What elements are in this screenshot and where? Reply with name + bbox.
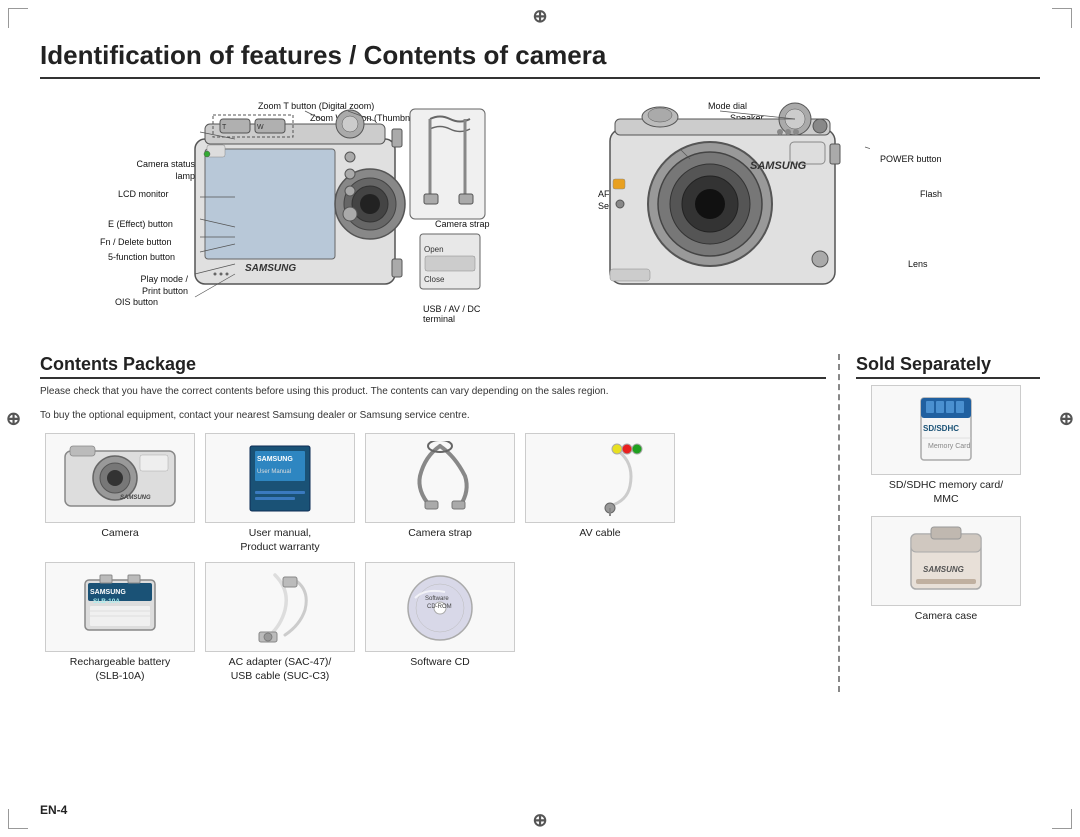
item-battery: SAMSUNG SLB-10A Rechargeable battery(SLB… (40, 562, 200, 683)
svg-text:SAMSUNG: SAMSUNG (257, 456, 293, 463)
item-strap: Camera strap (360, 433, 520, 554)
svg-text:User Manual: User Manual (257, 469, 291, 475)
svg-text:SAMSUNG: SAMSUNG (750, 160, 807, 172)
item-case-label: Camera case (856, 610, 1036, 624)
corner-mark-tr (1052, 8, 1072, 28)
svg-text:W: W (257, 124, 264, 131)
manual-icon: SAMSUNG User Manual (235, 441, 325, 516)
page-container: ⊕ ⊕ ⊕ ⊕ Identification of features / Con… (0, 0, 1080, 837)
label-lens: Lens (908, 259, 928, 269)
camera-diagram: Zoom T button (Digital zoom) Zoom W butt… (40, 89, 1040, 349)
item-strap-label: Camera strap (360, 527, 520, 541)
contents-section: Contents Package Please check that you h… (40, 354, 1040, 692)
item-manual: SAMSUNG User Manual User manual,Product … (200, 433, 360, 554)
svg-text:Close: Close (424, 275, 445, 284)
center-mark-bottom: ⊕ (532, 810, 547, 831)
item-adapter: AC adapter (SAC-47)/USB cable (SUC-C3) (200, 562, 360, 683)
center-mark-top: ⊕ (532, 6, 547, 27)
sold-separately-title: Sold Separately (856, 354, 1040, 379)
item-adapter-image (205, 562, 355, 652)
svg-text:SAMSUNG: SAMSUNG (90, 589, 126, 596)
item-avcable: AV cable (520, 433, 680, 554)
item-manual-label: User manual,Product warranty (200, 527, 360, 554)
svg-text:SD/SDHC: SD/SDHC (923, 424, 959, 433)
item-sdcard-label: SD/SDHC memory card/MMC (856, 479, 1036, 506)
svg-text:SAMSUNG: SAMSUNG (245, 263, 296, 274)
item-manual-image: SAMSUNG User Manual (205, 433, 355, 523)
sold-separately: Sold Separately SD/SDHC Memory Card (840, 354, 1040, 692)
item-battery-image: SAMSUNG SLB-10A (45, 562, 195, 652)
sdcard-icon: SD/SDHC Memory Card (906, 393, 986, 468)
item-battery-label: Rechargeable battery(SLB-10A) (40, 656, 200, 683)
item-case-image: SAMSUNG (871, 516, 1021, 606)
center-mark-left: ⊕ (6, 408, 21, 429)
item-avcable-label: AV cable (520, 527, 680, 541)
svg-text:SAMSUNG: SAMSUNG (120, 495, 151, 501)
item-avcable-image (525, 433, 675, 523)
battery-icon: SAMSUNG SLB-10A (70, 570, 170, 645)
contents-package: Contents Package Please check that you h… (40, 354, 840, 692)
item-adapter-label: AC adapter (SAC-47)/USB cable (SUC-C3) (200, 656, 360, 683)
camera-diagram-svg: T W SAMSUNG (40, 89, 870, 339)
cd-icon: Software CD-ROM (395, 570, 485, 645)
item-strap-image (365, 433, 515, 523)
svg-text:Memory Card: Memory Card (928, 443, 971, 450)
contents-items-grid: SAMSUNG Camera SAMSUNG User Manual (40, 433, 826, 692)
item-cd: Software CD-ROM Software CD (360, 562, 520, 683)
svg-text:Software: Software (425, 596, 449, 602)
item-sdcard: SD/SDHC Memory Card SD/SDHC memory card/… (856, 385, 1036, 506)
contents-desc-2: To buy the optional equipment, contact y… (40, 409, 826, 423)
page-title: Identification of features / Contents of… (40, 40, 1040, 79)
center-mark-right: ⊕ (1059, 408, 1074, 429)
svg-text:SLB-10A: SLB-10A (93, 598, 120, 605)
corner-mark-bl (8, 809, 28, 829)
adapter-icon (235, 570, 325, 645)
svg-text:T: T (222, 124, 227, 131)
svg-text:SAMSUNG: SAMSUNG (923, 565, 964, 574)
svg-text:Open: Open (424, 245, 444, 254)
corner-mark-tl (8, 8, 28, 28)
strap-icon (395, 441, 485, 516)
label-flash: Flash (920, 189, 942, 199)
item-camera-label: Camera (40, 527, 200, 541)
svg-text:CD-ROM: CD-ROM (427, 604, 452, 610)
item-cd-label: Software CD (360, 656, 520, 670)
item-sdcard-image: SD/SDHC Memory Card (871, 385, 1021, 475)
item-camera: SAMSUNG Camera (40, 433, 200, 554)
avcable-icon (555, 441, 645, 516)
item-camera-image: SAMSUNG (45, 433, 195, 523)
contents-desc-1: Please check that you have the correct c… (40, 385, 826, 399)
label-power: POWER button (880, 154, 942, 164)
item-case: SAMSUNG Camera case (856, 516, 1036, 624)
item-cd-image: Software CD-ROM (365, 562, 515, 652)
contents-package-title: Contents Package (40, 354, 826, 379)
corner-mark-br (1052, 809, 1072, 829)
case-icon: SAMSUNG (901, 524, 991, 599)
camera-icon: SAMSUNG (60, 441, 180, 516)
page-number: EN-4 (40, 803, 67, 817)
